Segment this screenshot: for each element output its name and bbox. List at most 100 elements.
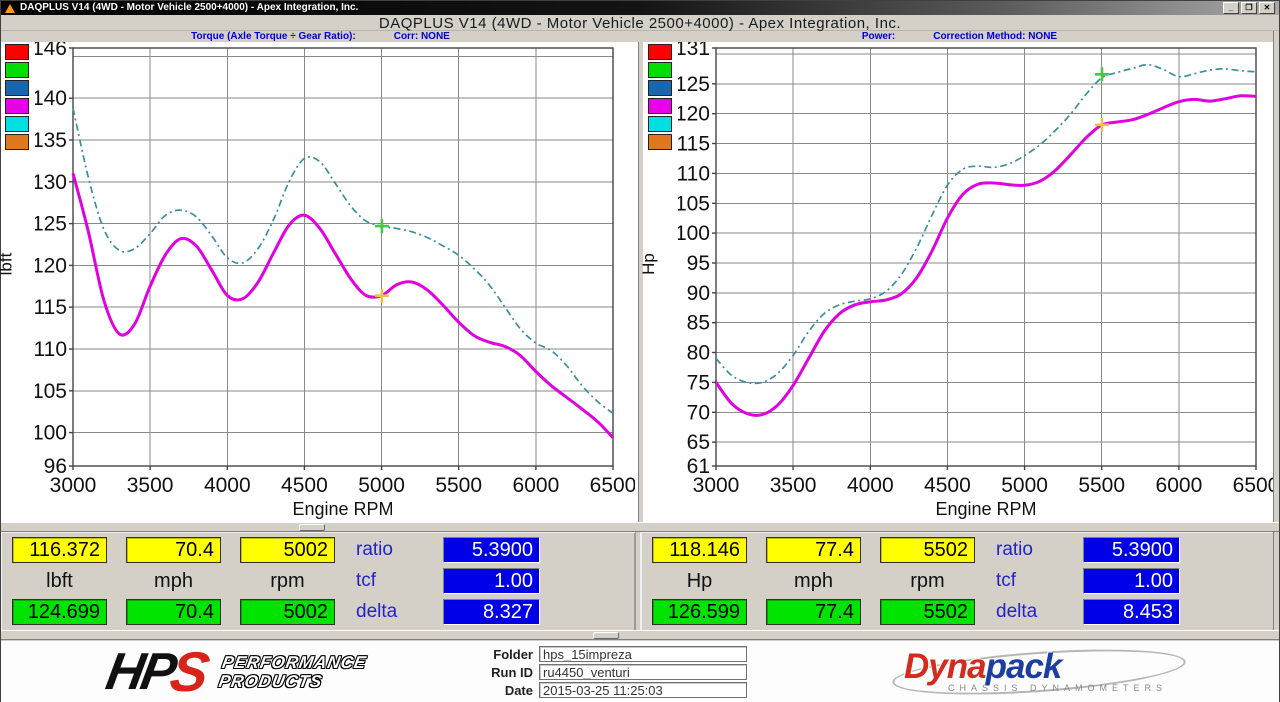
hps-logo-s: S	[167, 648, 211, 696]
legend-swatch-orange[interactable]	[5, 134, 29, 150]
svg-text:80: 80	[687, 342, 710, 365]
svg-text:3500: 3500	[127, 474, 174, 497]
svg-text:75: 75	[687, 371, 710, 394]
ratio-value: 5.3900	[443, 537, 540, 563]
delta-label: delta	[354, 599, 424, 625]
speed-unit-label: mph	[126, 568, 221, 594]
folder-field-row: Folder	[471, 646, 801, 662]
date-input[interactable]	[539, 682, 747, 698]
horizontal-splitter-bottom[interactable]	[1, 630, 1279, 640]
ratio-value: 5.3900	[1083, 537, 1180, 563]
run-id-input[interactable]	[539, 664, 747, 680]
svg-text:90: 90	[687, 282, 710, 305]
legend-swatch-green[interactable]	[5, 62, 29, 78]
svg-text:4000: 4000	[847, 474, 894, 497]
cursor-marker	[375, 219, 389, 233]
horizontal-splitter-top[interactable]	[1, 522, 1279, 532]
power-cursor-value: 118.146	[652, 537, 747, 563]
page-title: DAQPLUS V14 (4WD - Motor Vehicle 2500+40…	[379, 15, 901, 32]
svg-text:85: 85	[687, 312, 710, 335]
x-axis-title: Engine RPM	[292, 499, 393, 519]
svg-text:3000: 3000	[50, 474, 97, 497]
menu-row: DAQPLUS V14 (4WD - Motor Vehicle 2500+40…	[1, 15, 1279, 31]
power-chart-svg: 1311251201151101051009590858075706561300…	[678, 42, 1275, 520]
readout-tables-row: 116.372 70.4 5002 ratio 5.3900 lbft mph …	[1, 532, 1275, 630]
speed-reference-value: 77.4	[766, 599, 861, 625]
svg-text:131: 131	[678, 42, 710, 60]
svg-text:5500: 5500	[1078, 474, 1125, 497]
rpm-unit-label: rpm	[880, 568, 975, 594]
restore-button[interactable]: ❐	[1241, 2, 1257, 14]
svg-text:4000: 4000	[204, 474, 251, 497]
minimize-button[interactable]: _	[1223, 2, 1239, 14]
legend-swatch-red[interactable]	[5, 44, 29, 60]
power-chart[interactable]: 1311251201151101051009590858075706561300…	[678, 42, 1275, 522]
svg-text:65: 65	[687, 431, 710, 454]
svg-text:105: 105	[678, 192, 710, 215]
date-field-row: Date	[471, 682, 801, 698]
rpm-reference-value: 5502	[880, 599, 975, 625]
torque-reference-value: 124.699	[12, 599, 107, 625]
torque-cursor-value: 116.372	[12, 537, 107, 563]
app-icon	[5, 4, 15, 13]
legend-swatch-orange[interactable]	[648, 134, 672, 150]
legend-swatch-magenta[interactable]	[648, 98, 672, 114]
hp-axis-label: Hp	[639, 253, 659, 275]
speed-cursor-value: 77.4	[766, 537, 861, 563]
svg-text:100: 100	[35, 422, 67, 445]
hps-products-text: PRODUCTS	[217, 672, 365, 691]
folder-input[interactable]	[539, 646, 747, 662]
legend-swatch-magenta[interactable]	[5, 98, 29, 114]
legend-swatch-blue[interactable]	[648, 80, 672, 96]
run-id-field-row: Run ID	[471, 664, 801, 680]
window-titlebar[interactable]: DAQPLUS V14 (4WD - Motor Vehicle 2500+40…	[1, 1, 1279, 15]
power-reference-value: 126.599	[652, 599, 747, 625]
svg-text:6000: 6000	[1156, 474, 1203, 497]
ratio-label: ratio	[994, 537, 1064, 563]
rpm-unit-label: rpm	[240, 568, 335, 594]
splitter-handle[interactable]	[299, 524, 325, 531]
power-readout-panel: 118.146 77.4 5502 ratio 5.3900 Hp mph rp…	[641, 532, 1275, 630]
torque-chart-panel: lbft 14614013513012512011511010510096300…	[1, 42, 638, 522]
svg-text:130: 130	[35, 171, 67, 194]
torque-readout-panel: 116.372 70.4 5002 ratio 5.3900 lbft mph …	[1, 532, 635, 630]
svg-text:6500: 6500	[590, 474, 635, 497]
splitter-handle[interactable]	[593, 632, 619, 639]
legend-swatch-red[interactable]	[648, 44, 672, 60]
hps-logo: HP S PERFORMANCE PRODUCTS	[103, 648, 369, 696]
legend-swatch-green[interactable]	[648, 62, 672, 78]
svg-text:120: 120	[35, 254, 67, 277]
lbft-axis-label: lbft	[0, 253, 16, 276]
torque-header: Torque (Axle Torque ÷ Gear Ratio): Corr:…	[1, 31, 640, 42]
titlebar-title: DAQPLUS V14 (4WD - Motor Vehicle 2500+40…	[20, 1, 358, 15]
svg-text:3000: 3000	[693, 474, 740, 497]
svg-text:3500: 3500	[770, 474, 817, 497]
tcf-label: tcf	[354, 568, 424, 594]
tcf-value: 1.00	[1083, 568, 1180, 594]
legend-swatch-blue[interactable]	[5, 80, 29, 96]
dynapack-logo-section: Dynapack CHASSIS DYNAMOMETERS	[801, 647, 1279, 697]
power-unit-label: Hp	[652, 568, 747, 594]
delta-value: 8.453	[1083, 599, 1180, 625]
torque-chart[interactable]: 1461401351301251201151101051009630003500…	[35, 42, 638, 522]
run-info-form: Folder Run ID Date	[471, 646, 801, 698]
svg-text:125: 125	[678, 73, 710, 96]
x-axis-title: Engine RPM	[935, 499, 1036, 519]
legend-swatch-cyan[interactable]	[648, 116, 672, 132]
hps-logo-section: HP S PERFORMANCE PRODUCTS	[1, 648, 471, 696]
date-label: Date	[471, 683, 533, 698]
legend-swatch-cyan[interactable]	[5, 116, 29, 132]
ratio-label: ratio	[354, 537, 424, 563]
hps-performance-text: PERFORMANCE	[221, 653, 369, 672]
svg-text:115: 115	[35, 296, 67, 319]
delta-value: 8.327	[443, 599, 540, 625]
svg-text:110: 110	[35, 338, 67, 361]
svg-text:146: 146	[35, 42, 67, 60]
torque-legend: lbft	[1, 42, 35, 522]
close-button[interactable]: ✕	[1259, 2, 1275, 14]
dynapack-wordmark: Dynapack	[904, 647, 1061, 687]
cursor-marker	[1095, 67, 1109, 81]
power-chart-panel: Hp 1311251201151101051009590858075706561…	[644, 42, 1275, 522]
svg-text:70: 70	[687, 401, 710, 424]
current-run-torque-curve	[73, 173, 613, 437]
